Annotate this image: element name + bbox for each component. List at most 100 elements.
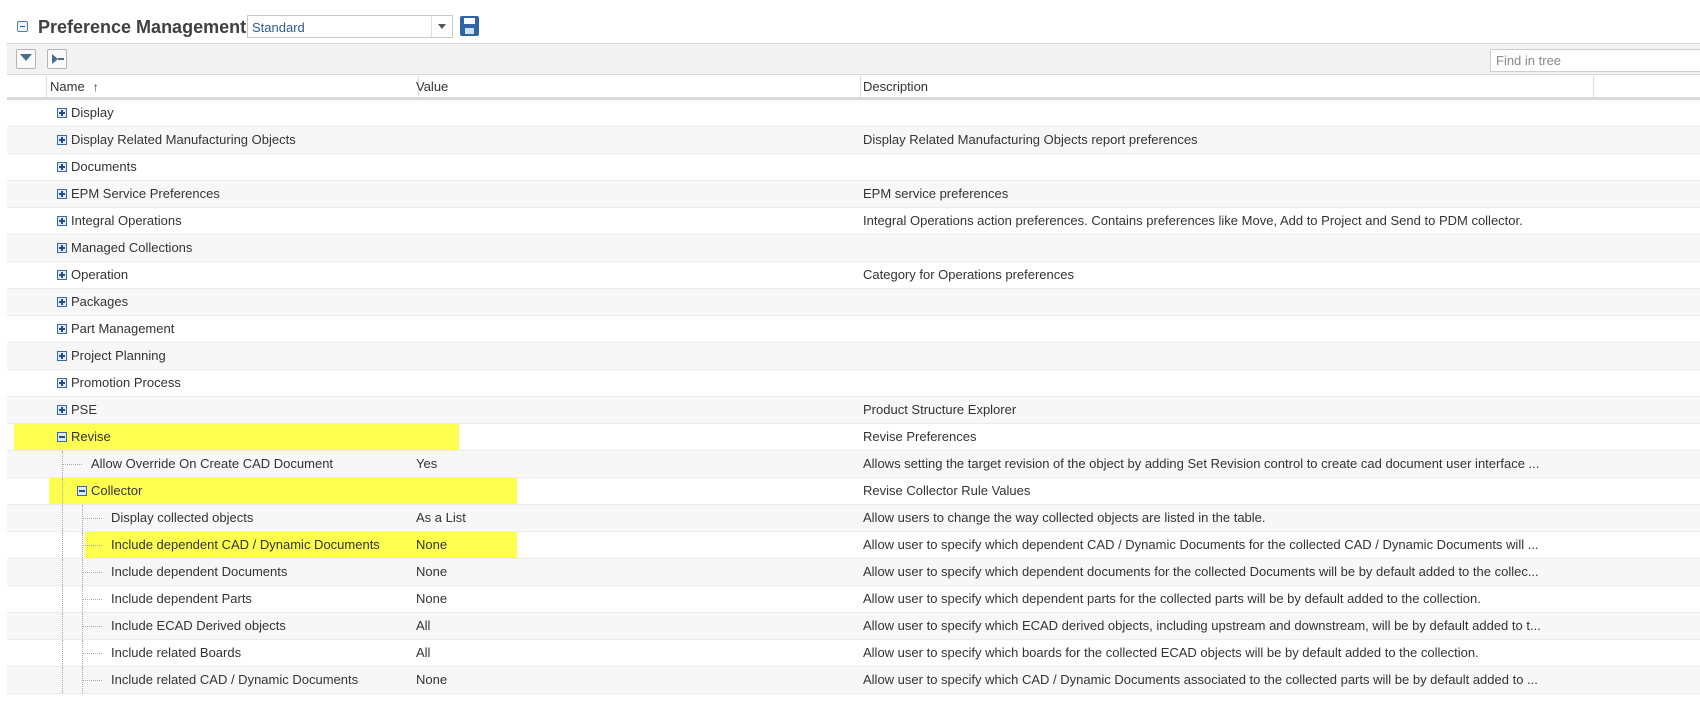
tree-row[interactable]: Display xyxy=(7,100,1700,127)
row-value xyxy=(416,208,856,234)
page-title: Preference Management xyxy=(38,17,247,37)
row-value xyxy=(416,181,856,207)
expand-icon[interactable] xyxy=(57,243,67,253)
tree-row[interactable]: PSE Product Structure Explorer xyxy=(7,397,1700,424)
collapse-icon[interactable] xyxy=(57,432,67,442)
tree-row[interactable]: Collector Revise Collector Rule Values xyxy=(7,478,1700,505)
row-value xyxy=(416,478,856,504)
tree-row[interactable]: Display Related Manufacturing Objects Dis… xyxy=(7,127,1700,154)
row-description: Allow user to specify which dependent pa… xyxy=(863,591,1481,606)
tree-row[interactable]: Include dependent Documents None Allow use… xyxy=(7,559,1700,586)
row-value xyxy=(416,424,856,450)
row-name: Part Management xyxy=(71,321,175,336)
filter-icon[interactable] xyxy=(16,49,36,69)
row-description: EPM service preferences xyxy=(863,186,1009,201)
row-name: Documents xyxy=(71,159,137,174)
row-description xyxy=(863,316,1593,342)
row-name: Include related CAD / Dynamic Documents xyxy=(111,672,359,687)
expand-all-icon[interactable] xyxy=(47,49,67,69)
row-value xyxy=(416,100,856,126)
view-select[interactable]: Standard xyxy=(247,15,453,38)
expand-icon[interactable] xyxy=(57,108,67,118)
tree-row[interactable]: Include related CAD / Dynamic Documents N… xyxy=(7,667,1700,694)
row-description xyxy=(863,235,1593,261)
tree-row[interactable]: Include ECAD Derived objects All Allow use… xyxy=(7,613,1700,640)
row-value: None xyxy=(416,591,448,606)
row-name: Include related Boards xyxy=(111,645,242,660)
column-header-value[interactable]: Value xyxy=(413,76,861,97)
row-name: Allow Override On Create CAD Document xyxy=(91,456,334,471)
tree-row[interactable]: Promotion Process xyxy=(7,370,1700,397)
row-description xyxy=(863,100,1593,126)
expand-icon[interactable] xyxy=(57,189,67,199)
column-header-name-label: Name xyxy=(50,79,85,94)
row-name: Include dependent CAD / Dynamic Document… xyxy=(111,537,380,552)
row-name: Display Related Manufacturing Objects xyxy=(71,132,296,147)
expand-icon[interactable] xyxy=(57,162,67,172)
tree-row[interactable]: Revise Revise Preferences xyxy=(7,424,1700,451)
row-value xyxy=(416,343,856,369)
expand-icon[interactable] xyxy=(57,270,67,280)
row-description: Allow user to specify which dependent do… xyxy=(863,564,1539,579)
collapse-icon[interactable] xyxy=(17,21,28,32)
tree-row[interactable]: Include dependent Parts None Allow user to… xyxy=(7,586,1700,613)
column-header-description-label: Description xyxy=(863,79,929,94)
toolbar xyxy=(7,43,1700,75)
sort-ascending-icon: ↑ xyxy=(92,80,99,94)
preference-tree-table: Name ↑ Value Description Display Display R… xyxy=(7,76,1700,703)
row-description: Allow user to specify which dependent CA… xyxy=(863,537,1539,552)
tree-connector-line xyxy=(82,545,102,546)
expand-icon[interactable] xyxy=(57,378,67,388)
tree-row[interactable]: Allow Override On Create CAD Document Yes… xyxy=(7,451,1700,478)
tree-row[interactable]: Part Management xyxy=(7,316,1700,343)
tree-connector-line xyxy=(62,640,63,666)
expand-icon[interactable] xyxy=(57,351,67,361)
collapse-icon[interactable] xyxy=(77,486,87,496)
tree-row[interactable]: Project Planning xyxy=(7,343,1700,370)
row-value xyxy=(416,235,856,261)
row-value: As a List xyxy=(416,510,466,525)
tree-connector-line xyxy=(62,464,82,465)
tree-row[interactable]: Packages xyxy=(7,289,1700,316)
expand-icon[interactable] xyxy=(57,405,67,415)
row-description xyxy=(863,289,1593,315)
tree-row[interactable]: Operation Category for Operations prefere… xyxy=(7,262,1700,289)
column-header-gutter xyxy=(7,76,47,97)
tree-connector-line xyxy=(82,680,102,681)
find-in-tree-input[interactable] xyxy=(1490,49,1700,72)
row-description: Allow user to specify which boards for t… xyxy=(863,645,1479,660)
expand-icon[interactable] xyxy=(57,297,67,307)
row-description: Revise Collector Rule Values xyxy=(863,483,1031,498)
tree-row[interactable]: Display collected objects As a List Allow … xyxy=(7,505,1700,532)
tree-row[interactable]: Integral Operations Integral Operations a… xyxy=(7,208,1700,235)
tree-connector-line xyxy=(62,667,63,693)
chevron-down-icon[interactable] xyxy=(431,16,452,37)
column-header-name[interactable]: Name ↑ xyxy=(47,76,419,97)
tree-row[interactable]: Include dependent CAD / Dynamic Document… xyxy=(7,532,1700,559)
row-value: None xyxy=(416,537,448,552)
row-name: Project Planning xyxy=(71,348,166,363)
column-header-value-label: Value xyxy=(416,79,449,94)
row-value: None xyxy=(416,564,448,579)
row-description: Integral Operations action preferences. … xyxy=(863,213,1523,228)
row-description: Allow user to specify which CAD / Dynami… xyxy=(863,672,1538,687)
row-name: Display collected objects xyxy=(111,510,254,525)
expand-icon[interactable] xyxy=(57,135,67,145)
row-value: All xyxy=(416,645,431,660)
column-header-description[interactable]: Description xyxy=(860,76,1594,97)
tree-connector-line xyxy=(62,559,63,585)
tree-row[interactable]: Documents xyxy=(7,154,1700,181)
row-name: Include ECAD Derived objects xyxy=(111,618,286,633)
save-icon[interactable] xyxy=(460,16,479,36)
tree-row[interactable]: Managed Collections xyxy=(7,235,1700,262)
expand-icon[interactable] xyxy=(57,216,67,226)
view-select-value: Standard xyxy=(252,20,305,35)
header: Preference Management Standard xyxy=(0,0,1700,42)
expand-icon[interactable] xyxy=(57,324,67,334)
row-name: Managed Collections xyxy=(71,240,193,255)
row-name: Promotion Process xyxy=(71,375,181,390)
tree-row[interactable]: Include related Boards All Allow user to s… xyxy=(7,640,1700,667)
tree-connector-line xyxy=(82,599,102,600)
row-description xyxy=(863,154,1593,180)
tree-row[interactable]: EPM Service Preferences EPM service prefe… xyxy=(7,181,1700,208)
